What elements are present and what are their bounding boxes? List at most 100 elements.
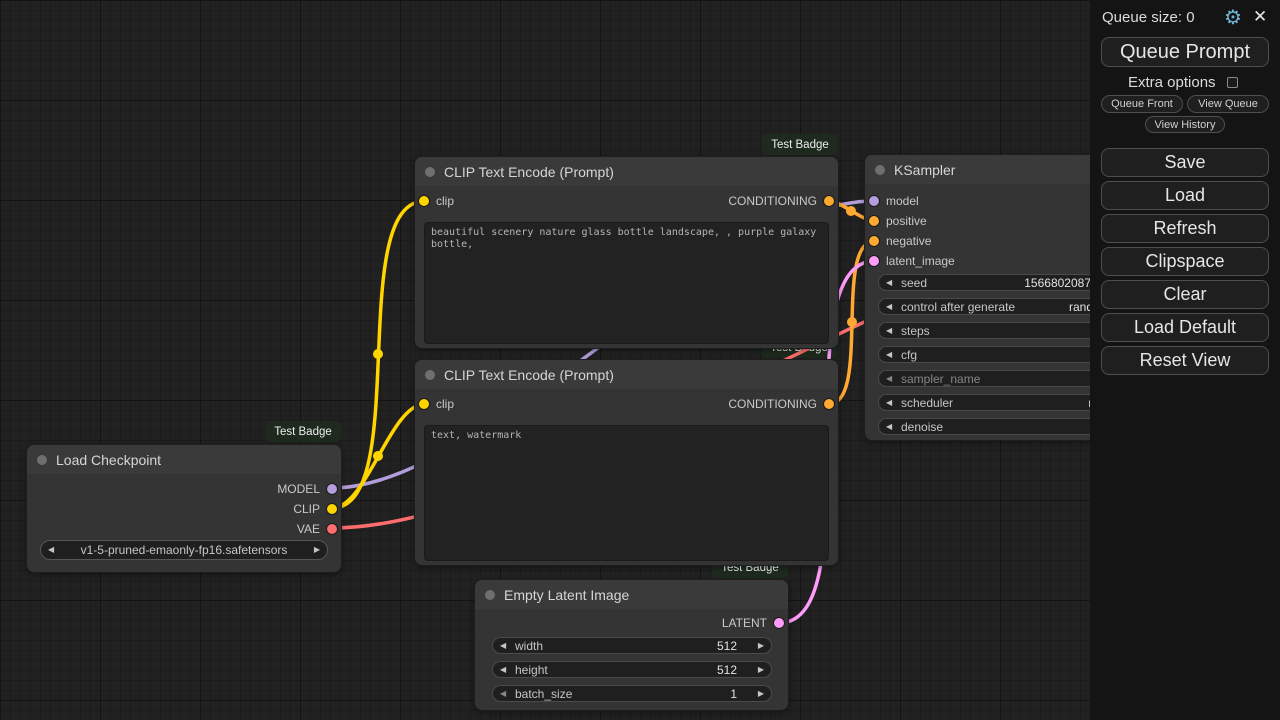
input-slot-clip[interactable]: clip — [419, 394, 454, 414]
conditioning-slot-dot[interactable] — [824, 399, 834, 409]
clip-slot-dot[interactable] — [419, 196, 429, 206]
queue-front-button[interactable]: Queue Front — [1101, 95, 1183, 113]
model-slot-dot[interactable] — [869, 196, 879, 206]
view-queue-button[interactable]: View Queue — [1187, 95, 1269, 113]
output-slot-clip[interactable]: CLIP — [293, 499, 337, 519]
output-slot-conditioning[interactable]: CONDITIONING — [728, 394, 834, 414]
node-empty-latent-image[interactable]: Empty Latent Image LATENT ◀ width 512 ▶ … — [474, 579, 789, 711]
node-editor-canvas[interactable]: Test Badge Test Badge Test Badge Test Ba… — [0, 0, 1280, 720]
input-slot-positive[interactable]: positive — [869, 211, 927, 231]
widget-label: sampler_name — [901, 371, 981, 386]
input-slot-clip[interactable]: clip — [419, 191, 454, 211]
vae-slot-dot[interactable] — [327, 524, 337, 534]
widget-label: cfg — [901, 347, 918, 362]
clip-slot-dot[interactable] — [419, 399, 429, 409]
prev-arrow-icon[interactable]: ◀ — [500, 641, 506, 650]
slot-label: CLIP — [293, 502, 320, 516]
widget-value: 512 — [716, 662, 737, 677]
output-slot-latent[interactable]: LATENT — [722, 613, 784, 633]
node-title-bar[interactable]: CLIP Text Encode (Prompt) — [415, 157, 838, 186]
next-arrow-icon[interactable]: ▶ — [758, 641, 764, 650]
load-default-button[interactable]: Load Default — [1101, 313, 1269, 342]
clip-slot-dot[interactable] — [327, 504, 337, 514]
widget-value: 1566802087 — [1024, 275, 1091, 290]
test-badge: Test Badge — [265, 421, 341, 442]
output-slot-model[interactable]: MODEL — [277, 479, 337, 499]
node-title-bar[interactable]: CLIP Text Encode (Prompt) — [415, 360, 838, 389]
slot-label: model — [886, 194, 919, 208]
node-title-bar[interactable]: Load Checkpoint — [27, 445, 341, 474]
latent-slot-dot[interactable] — [869, 256, 879, 266]
queue-prompt-button[interactable]: Queue Prompt — [1101, 37, 1269, 67]
slot-label: CONDITIONING — [728, 397, 817, 411]
output-slot-vae[interactable]: VAE — [297, 519, 337, 539]
settings-gear-icon[interactable]: ⚙ — [1224, 5, 1242, 30]
refresh-button[interactable]: Refresh — [1101, 214, 1269, 243]
next-arrow-icon[interactable]: ▶ — [758, 665, 764, 674]
collapse-dot-icon[interactable] — [425, 369, 435, 380]
node-title-bar[interactable]: Empty Latent Image — [475, 580, 788, 609]
prev-arrow-icon[interactable]: ◀ — [886, 398, 892, 407]
prompt-text-area[interactable]: beautiful scenery nature glass bottle la… — [424, 222, 829, 344]
extra-options-label: Extra options — [1128, 74, 1216, 91]
slot-label: clip — [436, 397, 455, 411]
widget-label: steps — [901, 323, 930, 338]
widget-label: height — [515, 662, 548, 677]
clipspace-button[interactable]: Clipspace — [1101, 247, 1269, 276]
widget-value: 512 — [716, 638, 737, 653]
slot-label: negative — [886, 234, 932, 248]
prev-arrow-icon[interactable]: ◀ — [48, 546, 54, 554]
wire-clip-positive — [330, 199, 427, 510]
next-arrow-icon[interactable]: ▶ — [314, 546, 320, 554]
widget-label: scheduler — [901, 395, 954, 410]
link-midpoint-dot — [373, 349, 383, 359]
width-widget[interactable]: ◀ width 512 ▶ — [492, 637, 772, 654]
prev-arrow-icon[interactable]: ◀ — [500, 689, 506, 698]
collapse-dot-icon[interactable] — [485, 589, 495, 600]
clear-button[interactable]: Clear — [1101, 280, 1269, 309]
ckpt-name-value: v1-5-pruned-emaonly-fp16.safetensors — [80, 543, 288, 557]
input-slot-model[interactable]: model — [869, 191, 919, 211]
next-arrow-icon[interactable]: ▶ — [758, 689, 764, 698]
prev-arrow-icon[interactable]: ◀ — [886, 374, 892, 383]
height-widget[interactable]: ◀ height 512 ▶ — [492, 661, 772, 678]
ckpt-name-combo-widget[interactable]: ◀ v1-5-pruned-emaonly-fp16.safetensors ▶ — [40, 540, 328, 560]
prev-arrow-icon[interactable]: ◀ — [500, 665, 506, 674]
batch-size-widget[interactable]: ◀ batch_size 1 ▶ — [492, 685, 772, 702]
load-button[interactable]: Load — [1101, 181, 1269, 210]
prompt-text-area[interactable]: text, watermark — [424, 425, 829, 561]
reset-view-button[interactable]: Reset View — [1101, 346, 1269, 375]
collapse-dot-icon[interactable] — [875, 164, 885, 175]
prev-arrow-icon[interactable]: ◀ — [886, 278, 892, 287]
save-button[interactable]: Save — [1101, 148, 1269, 177]
prev-arrow-icon[interactable]: ◀ — [886, 326, 892, 335]
widget-label: batch_size — [515, 686, 573, 701]
widget-label: denoise — [901, 419, 944, 434]
close-icon[interactable]: ✕ — [1253, 7, 1267, 27]
node-title: Empty Latent Image — [504, 586, 630, 603]
collapse-dot-icon[interactable] — [37, 454, 47, 465]
conditioning-slot-dot[interactable] — [869, 236, 879, 246]
latent-slot-dot[interactable] — [774, 618, 784, 628]
node-title: CLIP Text Encode (Prompt) — [444, 366, 614, 383]
output-slot-conditioning[interactable]: CONDITIONING — [728, 191, 834, 211]
extra-options-checkbox[interactable] — [1227, 77, 1238, 88]
view-history-button[interactable]: View History — [1145, 116, 1225, 133]
node-load-checkpoint[interactable]: Load Checkpoint MODEL CLIP VAE ◀ v1-5-pr… — [26, 444, 342, 573]
widget-label: control after generate — [901, 299, 1016, 314]
model-slot-dot[interactable] — [327, 484, 337, 494]
node-clip-text-encode-negative[interactable]: CLIP Text Encode (Prompt) clip CONDITION… — [414, 359, 839, 566]
prev-arrow-icon[interactable]: ◀ — [886, 422, 892, 431]
link-midpoint-dot — [847, 317, 857, 327]
prev-arrow-icon[interactable]: ◀ — [886, 350, 892, 359]
conditioning-slot-dot[interactable] — [869, 216, 879, 226]
slot-label: LATENT — [721, 616, 767, 630]
node-clip-text-encode-positive[interactable]: CLIP Text Encode (Prompt) clip CONDITION… — [414, 156, 839, 349]
wire-clip-negative — [330, 402, 427, 510]
comfy-menu-panel: Queue size: 0 ⚙ ✕ Queue Prompt Extra opt… — [1090, 0, 1280, 720]
input-slot-latent-image[interactable]: latent_image — [869, 251, 955, 271]
conditioning-slot-dot[interactable] — [824, 196, 834, 206]
prev-arrow-icon[interactable]: ◀ — [886, 302, 892, 311]
collapse-dot-icon[interactable] — [425, 166, 435, 177]
input-slot-negative[interactable]: negative — [869, 231, 931, 251]
